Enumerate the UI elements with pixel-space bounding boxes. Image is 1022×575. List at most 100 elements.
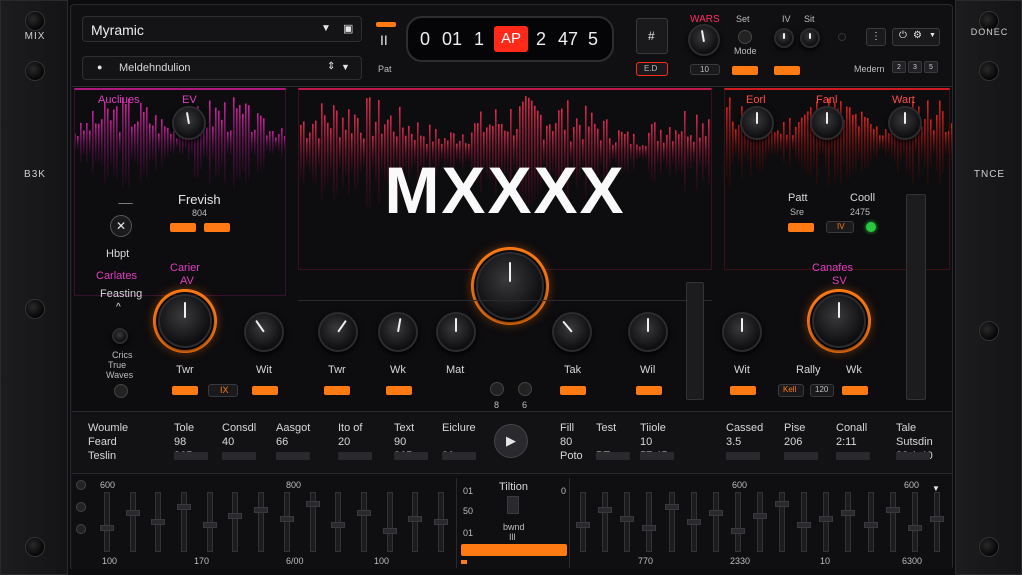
info-cell: Tale bbox=[896, 422, 917, 434]
edit-button[interactable]: E.D bbox=[636, 62, 668, 76]
eorl-knob[interactable] bbox=[740, 106, 774, 140]
channel-fader[interactable] bbox=[576, 522, 591, 528]
center-small-button-a[interactable] bbox=[490, 382, 504, 396]
settings-dropdown[interactable]: ⏻ ⚙ ▼ bbox=[892, 28, 940, 46]
sv-knob[interactable] bbox=[812, 294, 866, 348]
left-indicator-b bbox=[204, 223, 230, 232]
close-icon[interactable]: ✕ bbox=[110, 215, 132, 237]
channel-fader-track bbox=[823, 492, 830, 552]
transport-section: Tiltion 01 0 50 01 bwnd Ill bbox=[456, 478, 570, 568]
channel-fader[interactable] bbox=[620, 516, 635, 522]
left-bottom-button[interactable] bbox=[76, 524, 86, 534]
channel-fader[interactable] bbox=[279, 516, 294, 522]
channel-fader[interactable] bbox=[598, 507, 613, 513]
center-small-b: 6 bbox=[522, 400, 528, 410]
left-side-label: B3K bbox=[24, 169, 46, 180]
wart-knob[interactable] bbox=[888, 106, 922, 140]
transport-fader[interactable] bbox=[507, 496, 519, 514]
channel-fader[interactable] bbox=[177, 504, 191, 510]
transport-progress[interactable] bbox=[461, 544, 567, 556]
preset-selector[interactable]: Myramic ▼ ▣ bbox=[82, 16, 362, 42]
channel-fader[interactable] bbox=[863, 522, 878, 528]
channel-fader[interactable] bbox=[841, 510, 856, 516]
channel-fader[interactable] bbox=[357, 510, 371, 516]
chevron-down-icon[interactable]: ▼ bbox=[321, 23, 331, 34]
page-button[interactable]: 5 bbox=[924, 61, 938, 73]
av-knob[interactable] bbox=[158, 294, 212, 348]
channel-fader[interactable] bbox=[775, 501, 790, 507]
sub-preset-bar[interactable]: ● Meldehndulion ⇕ ▼ bbox=[82, 56, 362, 80]
channel-fader[interactable] bbox=[686, 519, 701, 525]
right-vertical-fader[interactable] bbox=[906, 194, 926, 400]
hbpt-label: Hbpt bbox=[106, 248, 130, 260]
wil-knob[interactable] bbox=[628, 312, 668, 352]
lock-icon[interactable]: ▣ bbox=[343, 22, 353, 35]
channel-fader[interactable] bbox=[819, 516, 834, 522]
channel-fader[interactable] bbox=[907, 525, 922, 531]
channel-fader[interactable] bbox=[642, 525, 657, 531]
wit-knob-right[interactable] bbox=[722, 312, 762, 352]
rack-screw bbox=[25, 61, 45, 81]
twr-knob[interactable] bbox=[318, 312, 358, 352]
time-badge: AP bbox=[494, 26, 528, 52]
center-small-button-b[interactable] bbox=[518, 382, 532, 396]
chevron-down-icon[interactable]: ▼ bbox=[341, 62, 350, 72]
channel-fader[interactable] bbox=[664, 504, 679, 510]
channel-fader[interactable] bbox=[254, 507, 269, 513]
nav-button[interactable]: ⋮ bbox=[866, 28, 886, 46]
sort-icon[interactable]: ⇕ bbox=[327, 61, 335, 72]
wars-knob[interactable] bbox=[688, 24, 720, 56]
play-button[interactable]: ▶ bbox=[494, 424, 528, 458]
fanl-knob[interactable] bbox=[810, 106, 844, 140]
set-indicator bbox=[732, 66, 758, 75]
info-minibar bbox=[640, 452, 674, 460]
channel-fader-track bbox=[889, 492, 896, 552]
channel-fader-track bbox=[668, 492, 675, 552]
channel-fader-track bbox=[712, 492, 719, 552]
left-small-button[interactable] bbox=[114, 384, 128, 398]
page-button[interactable]: 2 bbox=[892, 61, 906, 73]
scale-label: 6300 bbox=[902, 556, 923, 566]
channel-fader[interactable] bbox=[151, 519, 166, 525]
small-left-knob[interactable] bbox=[112, 328, 128, 344]
channel-fader[interactable] bbox=[382, 528, 397, 534]
chevron-up-icon[interactable]: ^ bbox=[116, 302, 121, 313]
channel-fader[interactable] bbox=[305, 501, 320, 507]
channel-fader[interactable] bbox=[929, 516, 944, 522]
left-mid-badge: IX bbox=[208, 384, 238, 397]
page-button[interactable]: 3 bbox=[908, 61, 922, 73]
channel-fader[interactable] bbox=[797, 522, 812, 528]
channel-fader[interactable] bbox=[331, 522, 346, 528]
side-label-a: Crics bbox=[112, 350, 133, 360]
hash-button[interactable]: # bbox=[636, 18, 668, 54]
wk-knob[interactable] bbox=[378, 312, 418, 352]
left-bottom-button[interactable] bbox=[76, 502, 86, 512]
channel-fader[interactable] bbox=[125, 510, 140, 516]
channel-fader[interactable] bbox=[99, 525, 114, 531]
channel-fader[interactable] bbox=[730, 528, 745, 534]
channel-fader[interactable] bbox=[885, 507, 900, 513]
left-bottom-button[interactable] bbox=[76, 480, 86, 490]
set-switch[interactable] bbox=[738, 30, 752, 44]
tak-knob[interactable] bbox=[552, 312, 592, 352]
center-small-a: 8 bbox=[494, 400, 500, 410]
iv-knob[interactable] bbox=[774, 28, 794, 48]
channel-fader[interactable] bbox=[753, 513, 767, 519]
mat-knob[interactable] bbox=[436, 312, 476, 352]
channel-fader[interactable] bbox=[408, 516, 423, 522]
center-vertical-fader[interactable] bbox=[686, 282, 704, 400]
sre-label: Sre bbox=[790, 207, 805, 217]
channel-fader[interactable] bbox=[434, 519, 449, 525]
info-minibar bbox=[394, 452, 428, 460]
ev-knob[interactable] bbox=[172, 106, 206, 140]
channel-fader[interactable] bbox=[708, 510, 723, 516]
slider-icon: ⸺ bbox=[118, 198, 134, 208]
pause-button[interactable]: II bbox=[376, 22, 396, 52]
sit-knob[interactable] bbox=[800, 28, 820, 48]
channel-fader[interactable] bbox=[202, 522, 217, 528]
info-cell: 10 bbox=[640, 436, 653, 448]
channel-fader[interactable] bbox=[228, 513, 243, 519]
info-cell: Cassed bbox=[726, 422, 764, 434]
info-cell: 20 bbox=[338, 436, 351, 448]
wit-knob-left[interactable] bbox=[244, 312, 284, 352]
